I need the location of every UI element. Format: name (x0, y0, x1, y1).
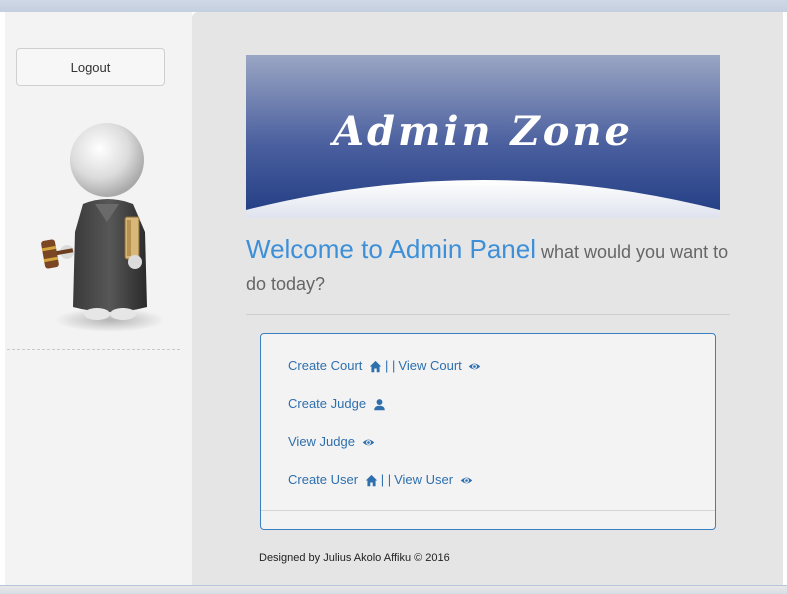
browser-top-bar (0, 0, 787, 12)
home-icon (369, 360, 382, 373)
view-court-link[interactable]: View Court (398, 358, 481, 373)
view-judge-row: View Judge (288, 434, 375, 449)
create-judge-row: Create Judge (288, 396, 386, 411)
admin-menu-panel: Create Court | | View Court Create Judge… (260, 333, 716, 530)
window-right-edge (783, 12, 787, 586)
admin-zone-banner: Admin Zone (246, 55, 720, 218)
view-user-link[interactable]: View User (394, 472, 473, 487)
home-icon (365, 474, 377, 487)
create-court-link[interactable]: Create Court (288, 358, 382, 373)
logout-button[interactable]: Logout (16, 48, 165, 86)
eye-icon (469, 363, 481, 370)
welcome-message: Welcome to Admin Panel what would you wa… (246, 234, 736, 301)
create-judge-link[interactable]: Create Judge (288, 396, 386, 411)
content-divider (246, 314, 730, 315)
judge-figure-image (41, 123, 165, 332)
sidebar: Logout (5, 12, 192, 586)
welcome-heading: Welcome to Admin Panel (246, 234, 536, 264)
user-icon (373, 399, 385, 411)
court-menu-row: Create Court | | View Court (288, 358, 481, 373)
panel-footer (261, 510, 715, 529)
eye-icon (362, 439, 374, 446)
view-judge-link[interactable]: View Judge (288, 434, 375, 449)
create-user-link[interactable]: Create User (288, 472, 378, 487)
eye-icon (460, 477, 472, 484)
main-content: Admin Zone Welcome to Admin Panel what w… (192, 12, 783, 586)
footer-credit: Designed by Julius Akolo Affiku © 2016 (259, 552, 450, 564)
banner-title: Admin Zone (329, 108, 633, 155)
menu-separator: | | (380, 472, 392, 488)
browser-bottom-bar (0, 585, 787, 594)
sidebar-divider (7, 349, 180, 350)
menu-separator: | | (385, 358, 396, 374)
user-menu-row: Create User | | View User (288, 472, 473, 487)
